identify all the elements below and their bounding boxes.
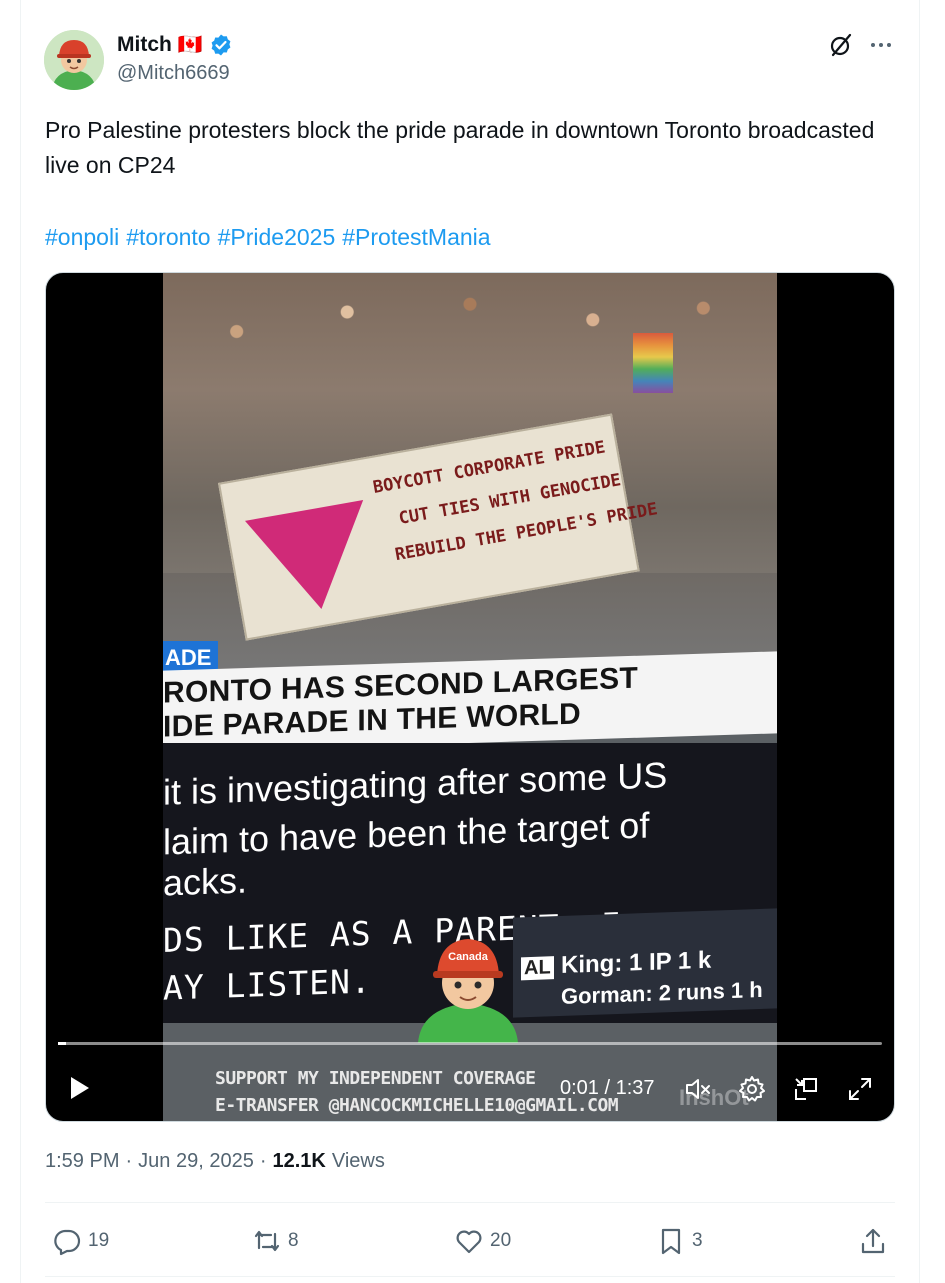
score-tag: AL bbox=[521, 956, 554, 981]
score-box: AL King: 1 IP 1 k Gorman: 2 runs 1 h bbox=[513, 908, 777, 1018]
hashtag-link[interactable]: #ProtestMania bbox=[342, 220, 490, 255]
support-line: E-TRANSFER @HANCOCKMICHELLE10@GMAIL.COM bbox=[215, 1095, 619, 1116]
caption-line: AY LISTEN. bbox=[163, 961, 372, 1008]
verified-badge-icon bbox=[211, 34, 231, 55]
meta-separator: · bbox=[125, 1150, 133, 1172]
score-line: Gorman: 2 runs 1 h bbox=[561, 976, 763, 1009]
like-count: 20 bbox=[490, 1230, 512, 1251]
views-label: Views bbox=[331, 1150, 385, 1172]
video-player[interactable]: BOYCOTT CORPORATE PRIDE CUT TIES WITH GE… bbox=[45, 272, 895, 1122]
tweet-date[interactable]: Jun 29, 2025 bbox=[138, 1150, 254, 1173]
canada-flag-icon: 🇨🇦 bbox=[177, 34, 203, 56]
meta-separator: · bbox=[259, 1150, 267, 1172]
video-progress-bar[interactable] bbox=[58, 1042, 882, 1045]
settings-gear-icon[interactable] bbox=[738, 1075, 766, 1103]
video-progress-fill bbox=[58, 1042, 67, 1045]
hashtag-link[interactable]: #onpoli bbox=[45, 220, 119, 255]
grok-icon bbox=[830, 33, 852, 57]
reply-icon bbox=[54, 1229, 81, 1256]
bookmark-icon bbox=[661, 1228, 681, 1255]
video-time: 0:01 / 1:37 bbox=[560, 1077, 655, 1100]
bookmark-button[interactable]: 3 bbox=[656, 1224, 703, 1258]
ticker-line: it is investigating after some US bbox=[163, 754, 668, 813]
more-options-button[interactable] bbox=[866, 30, 896, 60]
hashtag-list: #onpoli #toronto #Pride2025 #ProtestMani… bbox=[45, 220, 491, 255]
more-icon bbox=[871, 43, 891, 47]
like-button[interactable]: 20 bbox=[454, 1224, 511, 1258]
tweet-text: Pro Palestine protesters block the pride… bbox=[45, 117, 875, 178]
bookmark-count: 3 bbox=[692, 1230, 703, 1251]
hashtag-link[interactable]: #Pride2025 bbox=[218, 220, 336, 255]
ticker-line: acks. bbox=[163, 859, 248, 904]
support-line: SUPPORT MY INDEPENDENT COVERAGE bbox=[215, 1068, 536, 1089]
picture-in-picture-icon[interactable] bbox=[792, 1075, 820, 1103]
mascot-text: Canada bbox=[448, 951, 489, 963]
triangle-symbol bbox=[244, 500, 381, 620]
heart-icon bbox=[456, 1230, 482, 1254]
muted-volume-icon[interactable] bbox=[684, 1075, 712, 1103]
video-frame: BOYCOTT CORPORATE PRIDE CUT TIES WITH GE… bbox=[163, 273, 777, 1121]
reply-count: 19 bbox=[88, 1230, 110, 1251]
divider bbox=[45, 1202, 895, 1203]
score-line: King: 1 IP 1 k bbox=[561, 946, 712, 979]
tweet-meta: 1:59 PM · Jun 29, 2025 · 12.1K Views bbox=[45, 1150, 385, 1173]
share-icon bbox=[861, 1228, 885, 1254]
author-name-row[interactable]: Mitch 🇨🇦 bbox=[117, 32, 233, 57]
fullscreen-icon[interactable] bbox=[846, 1075, 874, 1103]
repost-icon bbox=[254, 1230, 280, 1252]
views-count: 12.1K bbox=[272, 1150, 326, 1172]
support-overlay: SUPPORT MY INDEPENDENT COVERAGE E-TRANSF… bbox=[215, 1065, 619, 1119]
hashtag-link[interactable]: #toronto bbox=[126, 220, 210, 255]
author-handle[interactable]: @Mitch6669 bbox=[117, 62, 230, 85]
rainbow-flag bbox=[633, 333, 673, 393]
grok-button[interactable] bbox=[826, 30, 856, 60]
time-current: 0:01 bbox=[560, 1077, 599, 1099]
tweet-time[interactable]: 1:59 PM bbox=[45, 1150, 119, 1173]
mascot-overlay: Canada bbox=[418, 939, 518, 1043]
repost-count: 8 bbox=[288, 1230, 299, 1251]
play-icon[interactable] bbox=[64, 1073, 94, 1103]
time-total: 1:37 bbox=[615, 1077, 655, 1099]
time-separator: / bbox=[604, 1077, 611, 1099]
display-name[interactable]: Mitch bbox=[117, 33, 172, 57]
avatar-image bbox=[44, 30, 104, 90]
divider bbox=[45, 1276, 895, 1277]
repost-button[interactable]: 8 bbox=[252, 1224, 299, 1258]
avatar[interactable] bbox=[44, 30, 104, 90]
ticker-line: laim to have been the target of bbox=[163, 804, 650, 863]
share-button[interactable] bbox=[858, 1224, 888, 1258]
reply-button[interactable]: 19 bbox=[52, 1224, 109, 1258]
